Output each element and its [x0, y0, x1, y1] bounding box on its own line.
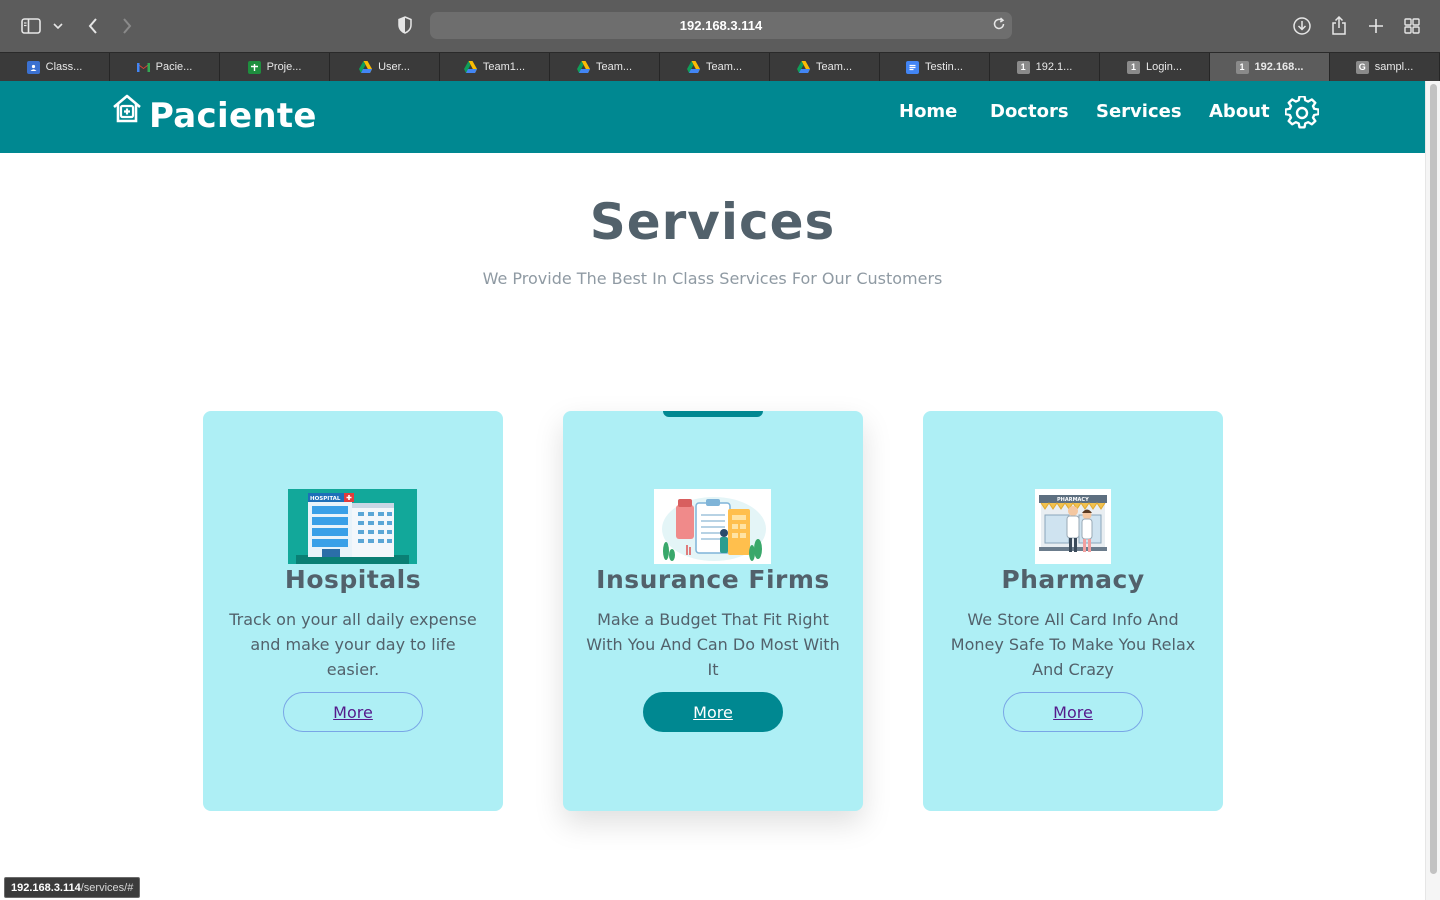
scrollbar-thumb[interactable] — [1430, 84, 1437, 874]
browser-toolbar: 192.168.3.114 — [0, 0, 1440, 52]
shield-icon — [398, 16, 412, 37]
insurance-illustration — [654, 489, 771, 568]
page-subtitle: We Provide The Best In Class Services Fo… — [482, 269, 943, 288]
drive-icon — [463, 61, 477, 74]
service-card-pharmacy: PHARMACY Pharmacy We Store All Card Info… — [923, 411, 1223, 811]
url-text: 192.168.3.114 — [679, 18, 763, 33]
browser-tab[interactable]: Proje... — [220, 53, 330, 81]
classroom-icon — [26, 60, 40, 74]
card-title: Hospitals — [284, 565, 422, 594]
docs-icon — [906, 60, 920, 74]
tab-label: Team... — [815, 61, 853, 73]
home-medical-icon — [111, 93, 143, 129]
nav-services[interactable]: Services — [1096, 101, 1182, 125]
tab-label: 192.1... — [1035, 61, 1073, 73]
pharmacy-illustration: PHARMACY — [1035, 489, 1111, 568]
page-title: Services — [589, 193, 836, 251]
chevron-down-icon[interactable] — [52, 12, 64, 40]
back-icon[interactable] — [84, 12, 102, 40]
drive-icon — [686, 61, 700, 74]
tab-label: Team1... — [482, 61, 526, 73]
gmail-icon — [136, 61, 150, 74]
browser-tab[interactable]: Class... — [0, 53, 110, 81]
brand-logo[interactable]: Paciente — [111, 93, 317, 136]
number-icon: 1 — [1235, 60, 1249, 74]
hospital-illustration: HOSPITAL — [288, 489, 417, 568]
more-button[interactable]: More — [1003, 692, 1143, 732]
tab-label: Pacie... — [155, 61, 193, 73]
tab-overview-icon[interactable] — [1403, 12, 1421, 40]
tab-label: User... — [378, 61, 410, 73]
card-description: We Store All Card Info And Money Safe To… — [950, 610, 1196, 679]
service-card-insurance: Insurance Firms Make a Budget That Fit R… — [563, 411, 863, 811]
card-accent-bar — [663, 411, 763, 417]
page-scrollbar[interactable] — [1425, 81, 1440, 900]
downloads-icon[interactable] — [1292, 12, 1312, 40]
browser-tab[interactable]: Pacie... — [110, 53, 220, 81]
tab-label: Team... — [705, 61, 743, 73]
tab-label: Login... — [1145, 61, 1183, 73]
tab-label: Testin... — [925, 61, 963, 73]
browser-tab[interactable]: Team1... — [440, 53, 550, 81]
sidebar-toggle-icon[interactable] — [20, 12, 42, 40]
browser-tab[interactable]: 1 192.1... — [990, 53, 1100, 81]
tab-label: sampl... — [1374, 61, 1414, 73]
browser-tab[interactable]: Team... — [660, 53, 770, 81]
browser-tab[interactable]: Team... — [550, 53, 660, 81]
new-tab-icon[interactable] — [1367, 12, 1385, 40]
tab-label: 192.168... — [1254, 61, 1304, 73]
reload-icon[interactable] — [992, 17, 1006, 34]
status-bar-link: 192.168.3.114/services/# — [4, 877, 141, 898]
drive-icon — [796, 61, 810, 74]
browser-tab[interactable]: 1 192.168... — [1210, 53, 1330, 81]
sheets-icon — [247, 60, 261, 74]
nav-home[interactable]: Home — [899, 101, 957, 125]
card-description: Make a Budget That Fit Right With You An… — [586, 610, 840, 679]
nav-doctors[interactable]: Doctors — [990, 101, 1069, 125]
drive-icon — [576, 61, 590, 74]
more-button[interactable]: More — [643, 692, 783, 732]
browser-tab[interactable]: Gsampl... — [1330, 53, 1440, 81]
g-icon: G — [1355, 60, 1369, 74]
status-link-path: /services/# — [80, 881, 134, 894]
number-icon: 1 — [1016, 60, 1030, 74]
card-title: Insurance Firms — [596, 565, 830, 594]
browser-tab[interactable]: Testin... — [880, 53, 990, 81]
tab-label: Team... — [595, 61, 633, 73]
settings-gear-icon[interactable] — [1284, 95, 1320, 134]
tab-label: Class... — [45, 61, 83, 73]
brand-name: Paciente — [149, 96, 317, 136]
site-navbar: Paciente Home Doctors Services About — [0, 81, 1425, 153]
drive-icon — [359, 61, 373, 74]
share-icon[interactable] — [1330, 12, 1348, 40]
number-icon: 1 — [1126, 60, 1140, 74]
tab-strip: Class... Pacie... Proje... User... Team1... T… — [0, 52, 1440, 81]
nav-about[interactable]: About — [1209, 101, 1270, 125]
address-bar[interactable]: 192.168.3.114 — [398, 12, 1012, 39]
pharmacy-sign-text: PHARMACY — [1057, 497, 1089, 503]
tab-label: Proje... — [266, 61, 302, 73]
service-card-hospitals: HOSPITAL Hospitals Track on your all dai… — [203, 411, 503, 811]
card-description: Track on your all daily expense and make… — [229, 610, 477, 679]
forward-icon[interactable] — [118, 12, 136, 40]
browser-tab[interactable]: User... — [330, 53, 440, 81]
webpage: Paciente Home Doctors Services About Ser… — [0, 81, 1425, 900]
browser-tab[interactable]: Team... — [770, 53, 880, 81]
hospital-sign-text: HOSPITAL — [310, 496, 341, 502]
browser-tab[interactable]: 1 Login... — [1100, 53, 1210, 81]
status-link-host: 192.168.3.114 — [11, 881, 81, 894]
card-title: Pharmacy — [1001, 565, 1145, 594]
more-button[interactable]: More — [283, 692, 423, 732]
